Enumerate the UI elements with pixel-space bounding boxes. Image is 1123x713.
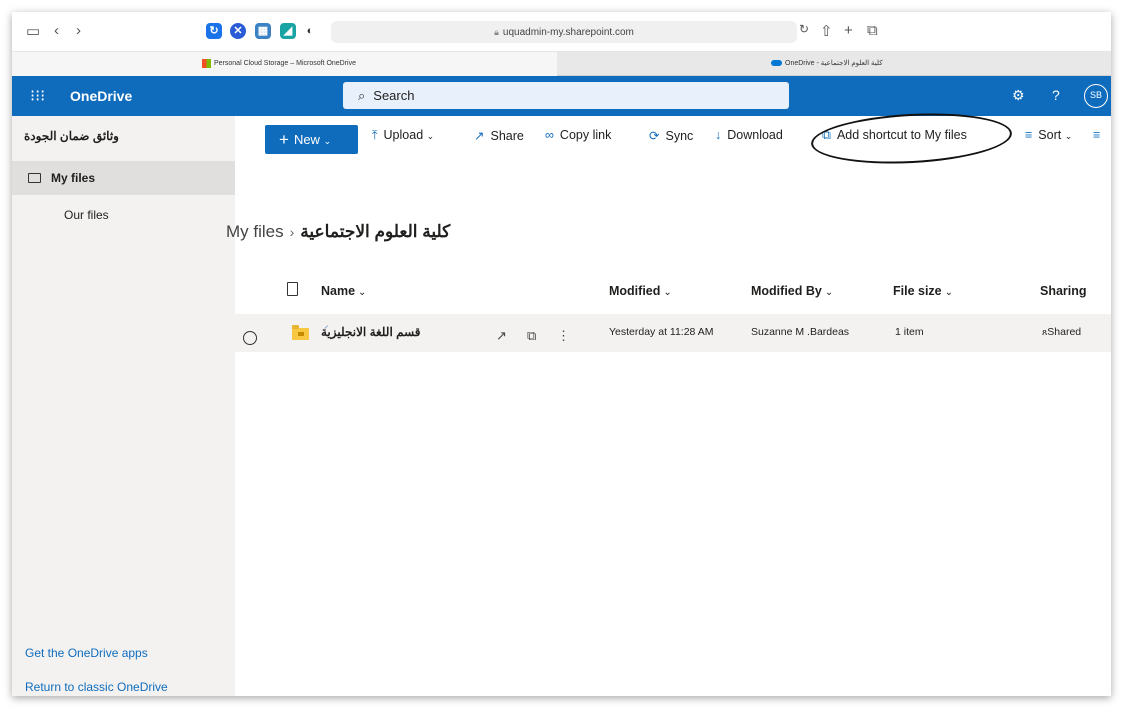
upload-button[interactable]: ⤒ Upload ⌄ xyxy=(372,128,434,143)
column-header-modified[interactable]: Modified ⌄ xyxy=(609,284,672,298)
avatar[interactable]: SB xyxy=(1084,84,1108,108)
file-size: 1 item xyxy=(895,326,924,338)
extension-icon[interactable]: ✕ xyxy=(230,23,246,39)
address-bar[interactable]: 🔒︎ uquadmin-my.sharepoint.com xyxy=(331,21,797,43)
download-icon: ↓ xyxy=(715,128,722,142)
sidebar-toggle-icon[interactable]: ▭ xyxy=(26,22,40,40)
gear-icon[interactable]: ⚙ xyxy=(1012,87,1025,104)
folder-icon xyxy=(292,325,309,340)
share-icon: ↗ xyxy=(474,129,485,143)
sort-icon: ≡ xyxy=(1025,128,1033,142)
copy-link-button[interactable]: ∞ Copy link xyxy=(545,128,611,142)
sharing-status: ጸShared xyxy=(1042,326,1082,338)
sort-button[interactable]: ≡ Sort ⌄ xyxy=(1025,128,1072,142)
breadcrumb-current: كلية العلوم الاجتماعية xyxy=(300,222,451,241)
share-button[interactable]: ↗ Share xyxy=(474,128,524,143)
reload-icon[interactable]: ↻ xyxy=(799,22,809,36)
screenshot-frame: ▭ ‹ › ↻ ✕ ▦ ◢ ◐ 🔒︎ uquadmin-my.sharepoint… xyxy=(12,12,1111,696)
annotation-ellipse xyxy=(809,108,1014,169)
extension-icon[interactable]: ◢ xyxy=(280,23,296,39)
browser-toolbar: ▭ ‹ › ↻ ✕ ▦ ◢ ◐ 🔒︎ uquadmin-my.sharepoint… xyxy=(12,12,1111,52)
column-header-modified-by[interactable]: Modified By ⌄ xyxy=(751,284,833,298)
search-icon: ⌕ xyxy=(358,88,366,103)
new-button[interactable]: + New ⌄ xyxy=(265,125,358,154)
view-options-button[interactable]: ≡ xyxy=(1093,128,1106,142)
help-icon[interactable]: ? xyxy=(1052,87,1060,103)
breadcrumb-parent[interactable]: My files xyxy=(226,222,284,241)
forward-icon[interactable]: › xyxy=(76,22,81,39)
extension-icon[interactable]: ↻ xyxy=(206,23,222,39)
share-icon[interactable]: ↗ xyxy=(496,328,507,344)
chevron-down-icon: ⌄ xyxy=(944,287,954,298)
chevron-down-icon: ⌄ xyxy=(1064,131,1073,141)
sidebar-item-my-files[interactable]: My files xyxy=(12,161,235,195)
new-item-icon: ⸝ xyxy=(324,320,329,330)
chevron-down-icon: ⌄ xyxy=(824,287,834,298)
sync-button[interactable]: ⟳ Sync xyxy=(649,128,693,143)
lock-icon: 🔒︎ xyxy=(494,27,499,37)
sidebar-item-our-files[interactable]: Our files xyxy=(12,198,235,232)
column-header-sharing[interactable]: Sharing xyxy=(1040,284,1087,298)
browser-tab[interactable]: OneDrive - كلية العلوم الاجتماعية xyxy=(557,52,1111,76)
tab-overview-icon[interactable]: ⧉ xyxy=(867,22,878,39)
row-select-radio[interactable] xyxy=(243,331,257,345)
download-button[interactable]: ↓ Download xyxy=(715,128,783,142)
back-icon[interactable]: ‹ xyxy=(54,22,59,39)
plus-icon: + xyxy=(279,130,289,149)
get-apps-link[interactable]: Get the OneDrive apps xyxy=(25,646,148,660)
more-actions-icon[interactable]: ⋮ xyxy=(557,328,570,344)
new-tab-icon[interactable]: + xyxy=(844,22,853,39)
chevron-down-icon: ⌄ xyxy=(323,136,332,146)
column-header-file-size[interactable]: File size ⌄ xyxy=(893,284,953,298)
table-row[interactable]: قسم اللغة الانجليزية Yesterday at 11:28 … xyxy=(235,314,1111,352)
shortcut-icon[interactable]: ⧉ xyxy=(527,328,536,344)
file-name[interactable]: قسم اللغة الانجليزية xyxy=(321,325,421,339)
upload-icon: ⤒ xyxy=(372,128,378,142)
chevron-down-icon: ⌄ xyxy=(358,287,367,298)
folder-icon xyxy=(28,172,41,183)
command-bar: + New ⌄ ⤒ Upload ⌄ ↗ Share ∞ Copy link ⟳ Sync… xyxy=(235,108,1111,169)
left-nav: وثائق ضمان الجودة My files Our files Get… xyxy=(12,116,235,696)
app-name[interactable]: OneDrive xyxy=(70,88,132,104)
modified-date: Yesterday at 11:28 AM xyxy=(609,326,714,338)
chevron-down-icon: ⌄ xyxy=(426,131,435,141)
link-icon: ∞ xyxy=(545,128,554,142)
onedrive-cloud-icon xyxy=(771,60,782,67)
extension-icon[interactable]: ▦ xyxy=(255,23,271,39)
search-input[interactable]: ⌕ Search xyxy=(343,82,789,109)
breadcrumb: My files › كلية العلوم الاجتماعية xyxy=(226,222,451,242)
browser-tab[interactable]: Personal Cloud Storage – Microsoft OneDr… xyxy=(12,52,557,76)
file-type-icon[interactable] xyxy=(287,282,298,296)
classic-onedrive-link[interactable]: Return to classic OneDrive xyxy=(25,680,168,694)
app-launcher-icon[interactable]: ⁝⁝⁝ xyxy=(30,86,45,106)
tab-strip: Personal Cloud Storage – Microsoft OneDr… xyxy=(12,52,1111,76)
chevron-right-icon: › xyxy=(289,224,295,240)
url-text: uquadmin-my.sharepoint.com xyxy=(502,27,634,38)
column-header-name[interactable]: Name ⌄ xyxy=(321,284,366,298)
chevron-down-icon: ⌄ xyxy=(663,287,672,298)
modified-by: Suzanne M .Bardeas xyxy=(751,326,850,338)
sync-icon: ⟳ xyxy=(649,129,660,143)
suite-header: ⁝⁝⁝ OneDrive ⌕ Search ⚙ ? SB xyxy=(12,76,1111,116)
list-view-icon: ≡ xyxy=(1093,128,1101,142)
share-page-icon[interactable]: ⇧ xyxy=(820,22,833,40)
microsoft-logo-icon xyxy=(202,58,211,68)
site-title: وثائق ضمان الجودة xyxy=(24,129,119,143)
shield-icon[interactable]: ◐ xyxy=(302,23,318,39)
